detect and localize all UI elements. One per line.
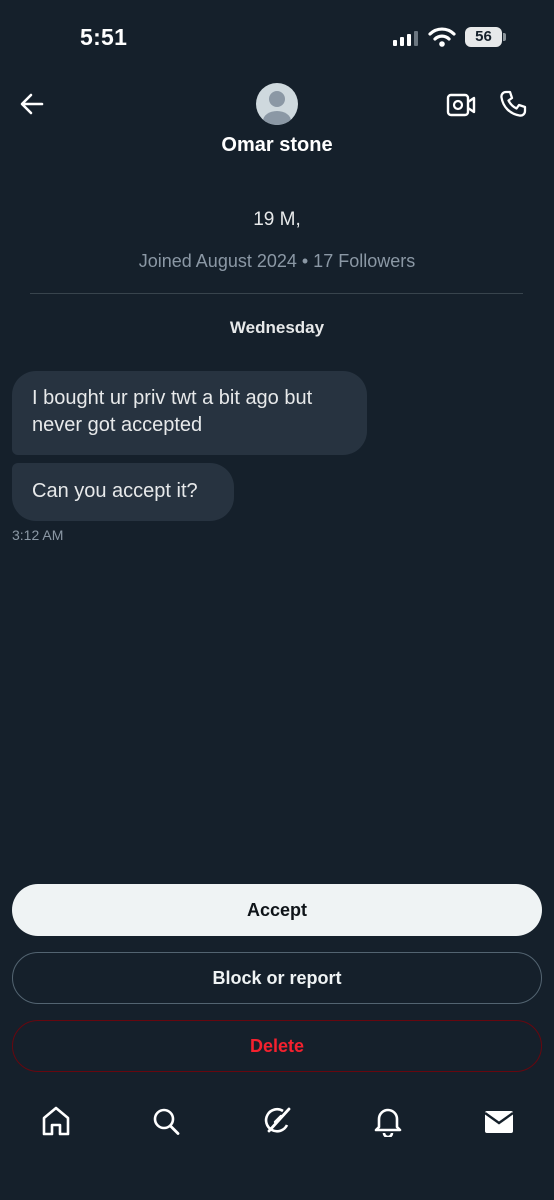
conversation-title[interactable]: Omar stone	[0, 134, 554, 157]
status-time: 5:51	[80, 24, 128, 50]
message-bubble[interactable]: Can you accept it?	[12, 463, 234, 521]
block-or-report-button[interactable]: Block or report	[12, 952, 542, 1004]
divider	[30, 293, 523, 294]
delete-button[interactable]: Delete	[12, 1020, 542, 1072]
default-avatar-icon	[263, 91, 291, 125]
battery-cap	[503, 33, 506, 41]
wifi-icon	[428, 27, 456, 47]
grok-icon[interactable]	[261, 1105, 293, 1137]
message-bubble[interactable]: I bought ur priv twt a bit ago but never…	[12, 371, 367, 455]
video-camera-icon[interactable]	[446, 91, 476, 119]
signal-icon	[393, 30, 418, 46]
search-icon[interactable]	[151, 1105, 181, 1137]
home-icon[interactable]	[41, 1105, 71, 1137]
envelope-icon[interactable]	[484, 1105, 514, 1137]
back-arrow-icon[interactable]	[18, 90, 46, 118]
profile-bio: 19 M,	[253, 209, 301, 230]
phone-icon[interactable]	[498, 89, 528, 119]
avatar[interactable]	[256, 83, 298, 125]
bell-icon[interactable]	[373, 1105, 403, 1137]
day-separator: Wednesday	[229, 318, 325, 337]
accept-button[interactable]: Accept	[12, 884, 542, 936]
message-timestamp: 3:12 AM	[12, 527, 64, 543]
profile-joined: Joined August 2024 • 17 Followers	[138, 251, 416, 271]
battery-indicator: 56	[465, 27, 502, 47]
